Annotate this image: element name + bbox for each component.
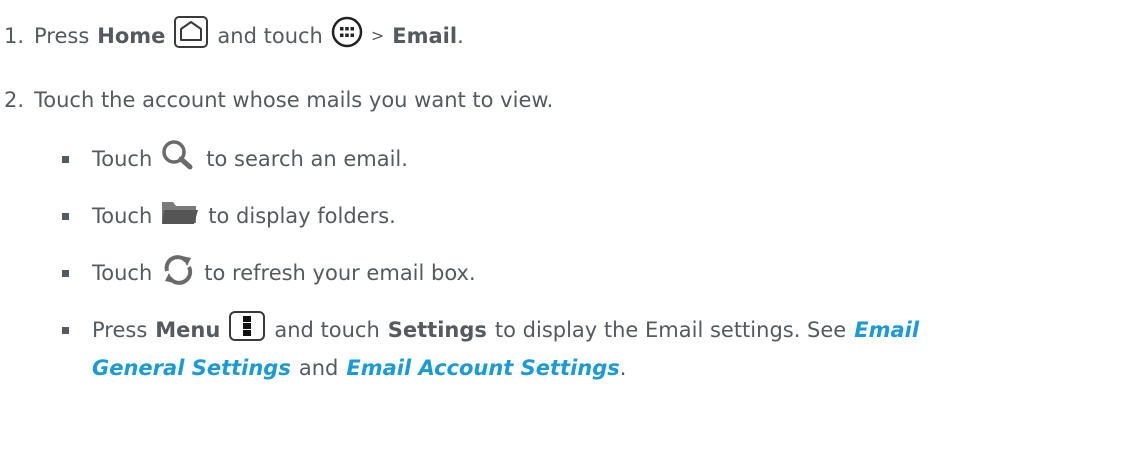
search-icon [160, 139, 198, 180]
bullet-text: Press [92, 318, 148, 342]
link-email-general-settings[interactable]: General Settings [92, 352, 291, 384]
bullet-search: Touch to search an email. [92, 139, 408, 175]
bullet-folders: Touch to display folders. [92, 200, 396, 232]
bullet-text: and touch [274, 318, 380, 342]
apps-icon [331, 16, 363, 57]
bullet-menu: Press Menu and touch Settings to display… [92, 310, 919, 346]
menu-icon [228, 310, 266, 351]
menu-key-label: Menu [155, 318, 221, 342]
link-email-general-settings[interactable]: Email [854, 314, 919, 346]
home-key-label: Home [97, 24, 166, 48]
bullet-text: to refresh your email box. [204, 261, 476, 285]
bullet-text: to search an email. [206, 147, 408, 171]
period: . [457, 24, 464, 48]
bullet-marker [62, 327, 69, 334]
bullet-text: Touch [92, 204, 153, 228]
bullet-text: to display the Email settings. See [494, 318, 847, 342]
step-1: 1. Press Home and touch > Email. [4, 15, 464, 52]
refresh-icon [160, 253, 196, 294]
step-text: Press [34, 24, 90, 48]
period: . [619, 356, 627, 380]
bullet-menu-continued: General Settings and Email Account Setti… [92, 352, 626, 384]
bullet-marker [62, 270, 69, 277]
bullet-text: to display folders. [208, 204, 396, 228]
bullet-text: Touch [92, 261, 153, 285]
step-number: 2. [4, 88, 25, 112]
home-icon [173, 15, 209, 58]
link-email-account-settings[interactable]: Email Account Settings [346, 352, 619, 384]
bullet-text: Touch [92, 147, 153, 171]
bullet-marker [62, 156, 69, 163]
bullet-refresh: Touch to refresh your email box. [92, 254, 476, 289]
step-number: 1. [4, 24, 25, 48]
step-text: Touch the account whose mails you want t… [34, 88, 554, 112]
step-text: and touch [217, 24, 323, 48]
settings-label: Settings [387, 318, 487, 342]
step-2: 2. Touch the account whose mails you wan… [4, 84, 553, 116]
bullet-text: and [298, 356, 339, 380]
bullet-marker [62, 213, 69, 220]
arrow-glyph: > [370, 26, 385, 45]
folder-icon [160, 198, 200, 235]
email-app-label: Email [392, 24, 458, 48]
